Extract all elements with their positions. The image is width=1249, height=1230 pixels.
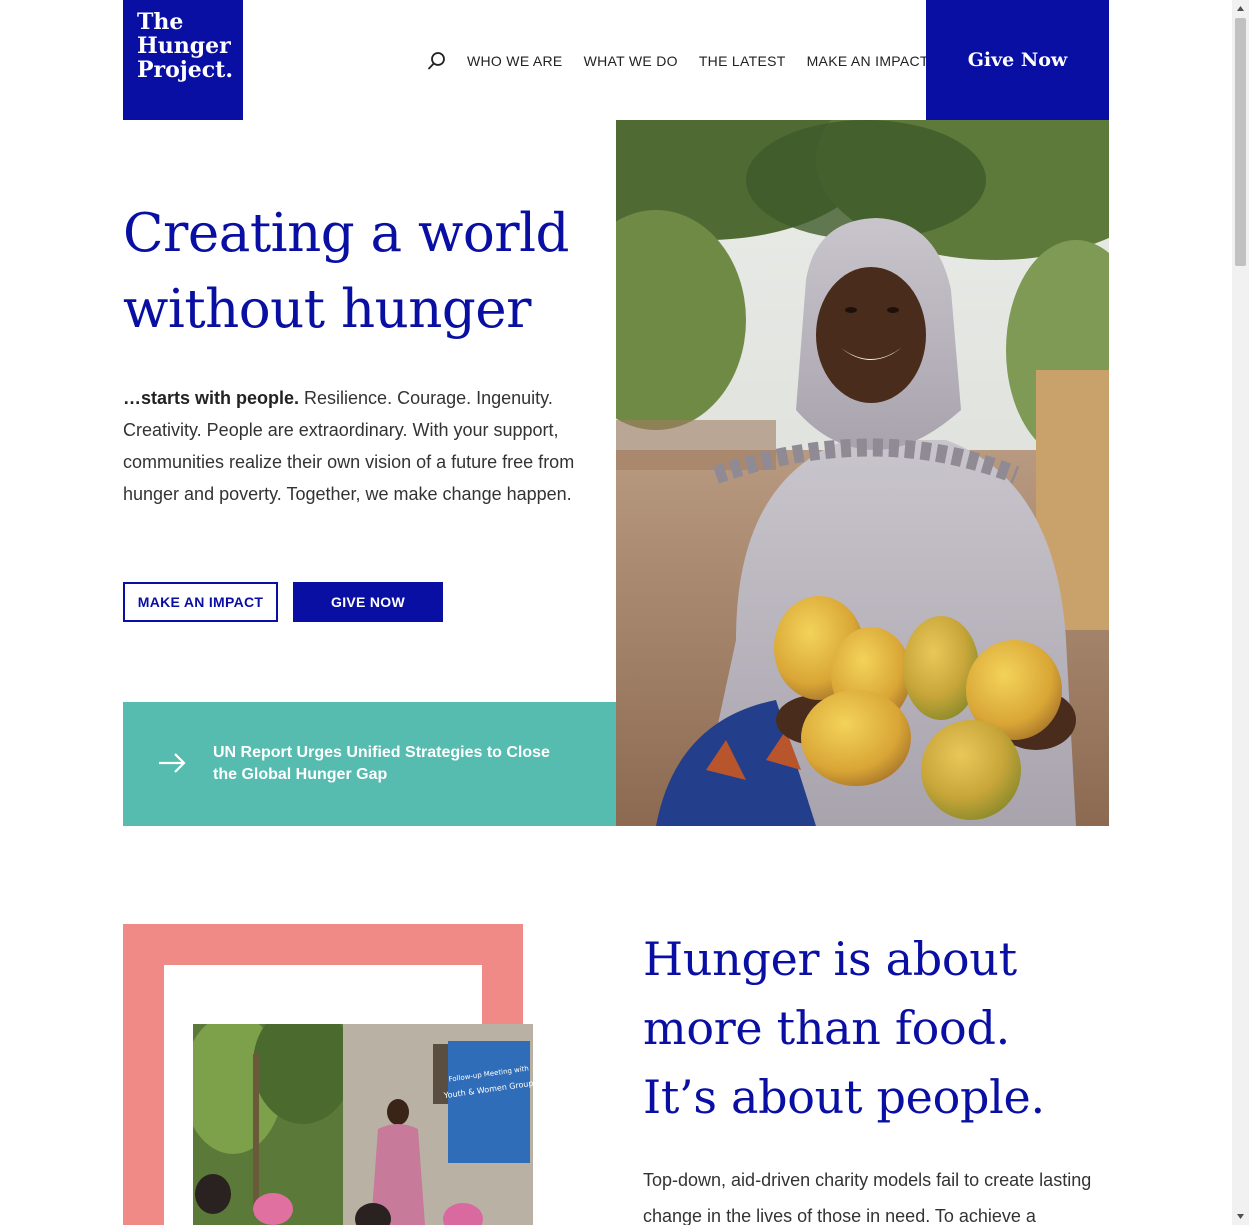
about-title-line-3: It’s about people.	[643, 1070, 1045, 1124]
community-meeting-photo: Follow-up Meeting with Youth & Women Gro…	[193, 1024, 533, 1225]
featured-news-title: UN Report Urges Unified Strategies to Cl…	[213, 744, 550, 783]
nav-who-we-are[interactable]: WHO WE ARE	[467, 53, 563, 69]
about-title-line-1: Hunger is about	[643, 932, 1017, 986]
page: The Hunger Project. WHO WE ARE WHAT WE D…	[0, 0, 1232, 1225]
nav-the-latest[interactable]: THE LATEST	[699, 53, 786, 69]
logo-line-1: The	[137, 9, 184, 35]
give-now-button[interactable]: GIVE NOW	[293, 582, 443, 622]
search-icon[interactable]	[426, 50, 448, 72]
about-text: Top-down, aid-driven charity models fail…	[643, 1170, 1092, 1225]
scroll-up-arrow-icon[interactable]	[1232, 0, 1249, 17]
logo-line-2: Hunger	[137, 33, 231, 59]
give-now-header-button[interactable]: Give Now	[926, 0, 1109, 120]
logo[interactable]: The Hunger Project.	[123, 0, 243, 120]
scrollbar-thumb[interactable]	[1235, 18, 1246, 266]
hero-intro: …starts with people. Resilience. Courage…	[123, 382, 583, 510]
logo-line-3: Project.	[137, 57, 233, 83]
hero-intro-bold: …starts with people.	[123, 388, 300, 408]
vertical-scrollbar[interactable]	[1232, 0, 1249, 1225]
hero-photo-woman-with-mangoes	[616, 120, 1109, 826]
scroll-down-arrow-icon[interactable]	[1232, 1208, 1249, 1225]
hero-title: Creating a world without hunger	[123, 203, 569, 340]
main-nav: WHO WE ARE WHAT WE DO THE LATEST MAKE AN…	[426, 48, 950, 74]
arrow-right-icon	[157, 750, 187, 776]
make-an-impact-button[interactable]: MAKE AN IMPACT	[123, 582, 278, 622]
nav-what-we-do[interactable]: WHAT WE DO	[584, 53, 678, 69]
nav-make-an-impact[interactable]: MAKE AN IMPACT	[807, 53, 929, 69]
about-title-line-2: more than food.	[643, 1001, 1010, 1055]
featured-news-link[interactable]: UN Report Urges Unified Strategies to Cl…	[123, 702, 616, 826]
about-title: Hunger is about more than food. It’s abo…	[643, 925, 1103, 1132]
